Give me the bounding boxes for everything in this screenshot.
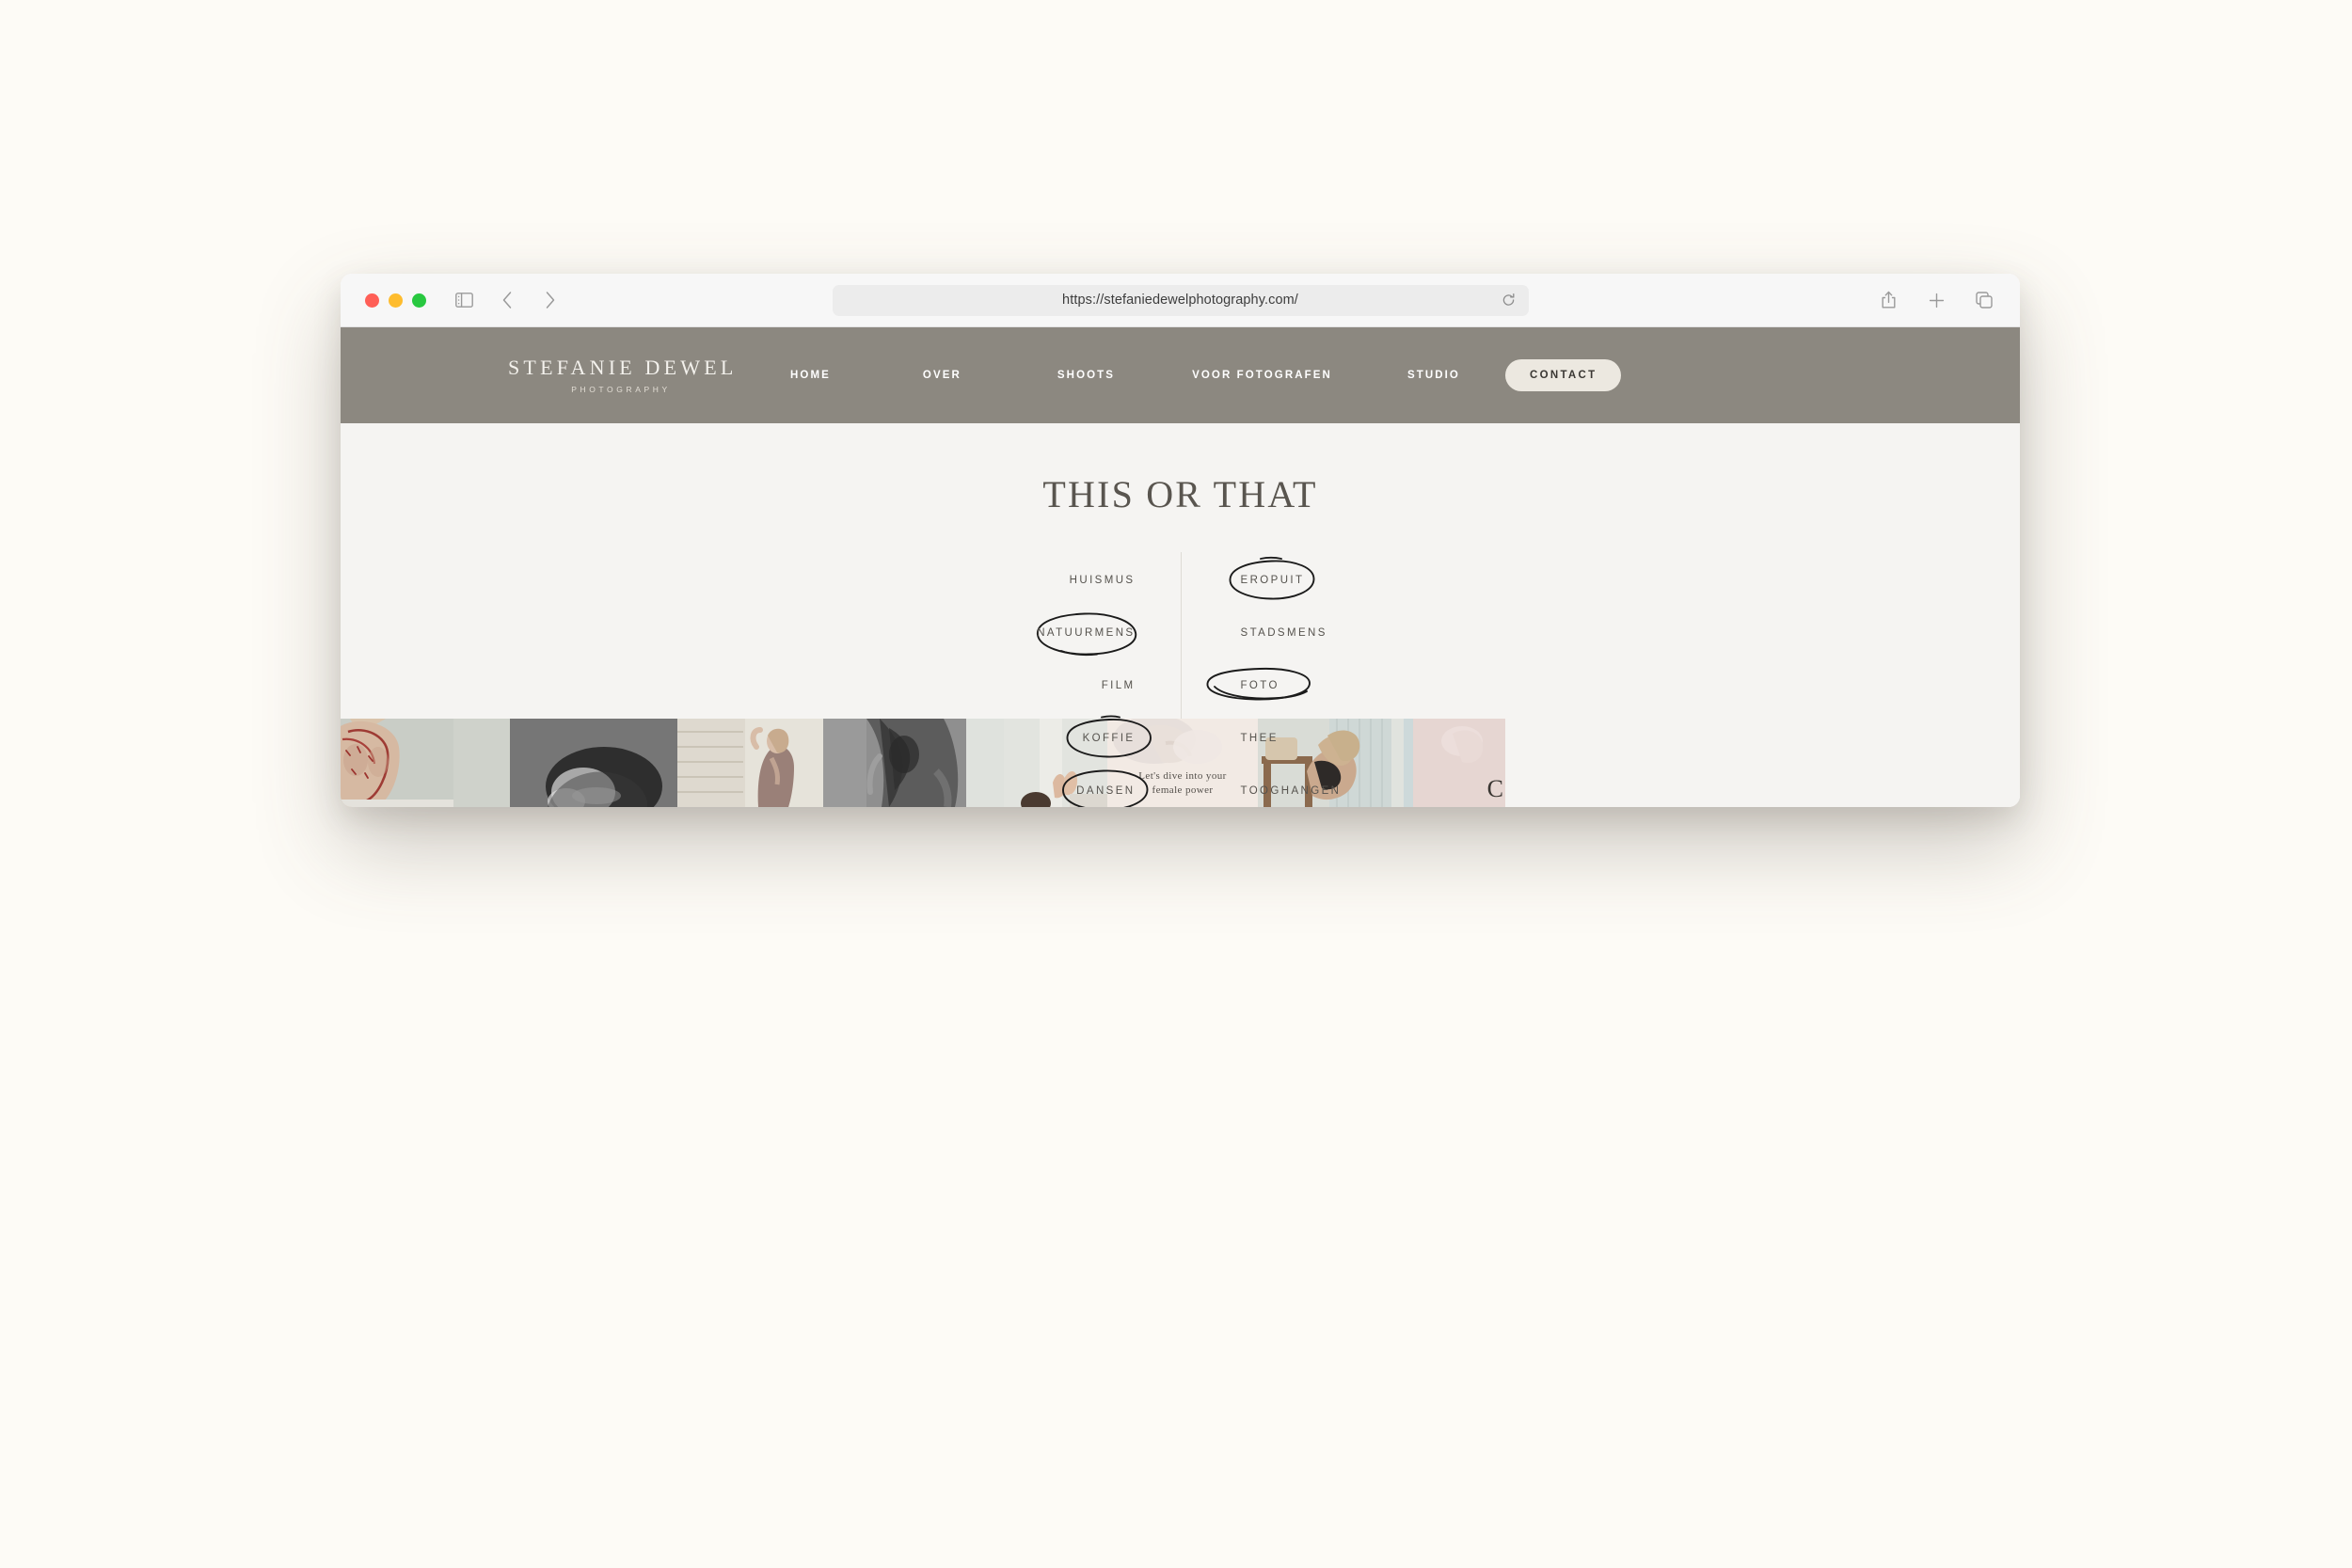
zoom-window-button[interactable] (412, 293, 426, 308)
quiz-option-label: FILM (1101, 680, 1136, 691)
gallery-photo[interactable] (677, 719, 823, 807)
partial-letter-glyph: C (1486, 775, 1503, 802)
photo-caption-line-2: female power (1152, 784, 1214, 797)
quiz-option-dansen[interactable]: DANSEN (1062, 769, 1149, 807)
photo-gallery-strip: Let's dive into your female power C (341, 719, 2020, 807)
browser-toolbar: https://stefaniedewelphotography.com/ (341, 274, 2020, 327)
photo-caption-line-1: Let's dive into your (1138, 770, 1227, 783)
logo-subtitle: PHOTOGRAPHY (571, 384, 671, 394)
browser-window: https://stefaniedewelphotography.com/ ST… (341, 274, 2020, 807)
quiz-option-label: THEE (1240, 733, 1279, 744)
toolbar-right-actions (1877, 289, 1995, 311)
quiz-option-huismus[interactable]: HUISMUS (1068, 571, 1137, 590)
sidebar-icon[interactable] (453, 289, 475, 311)
nav-item-studio[interactable]: STUDIO (1407, 370, 1460, 381)
nav-item-home[interactable]: HOME (790, 370, 831, 381)
quiz-option-eropuit[interactable]: EROPUIT (1230, 556, 1315, 600)
quiz-option-label: DANSEN (1076, 785, 1136, 797)
quiz-option-thee[interactable]: THEE (1239, 729, 1280, 748)
forward-icon[interactable] (539, 289, 562, 311)
photo-caption: Let's dive into your female power (1138, 769, 1226, 798)
close-window-button[interactable] (365, 293, 379, 308)
window-controls (365, 293, 426, 308)
new-tab-icon[interactable] (1925, 289, 1947, 311)
quiz-option-koffie[interactable]: KOFFIE (1066, 715, 1152, 758)
tab-overview-icon[interactable] (1973, 289, 1995, 311)
quiz-option-label: STADSMENS (1240, 627, 1327, 639)
quiz-option-label: NATUURMENS (1037, 627, 1136, 639)
site-logo[interactable]: STEFANIE DEWEL PHOTOGRAPHY (508, 356, 738, 394)
gallery-photo[interactable] (341, 719, 510, 807)
quiz-option-film[interactable]: FILM (1100, 676, 1137, 695)
nav-item-over[interactable]: OVER (923, 370, 961, 381)
quiz-option-label: HUISMUS (1069, 575, 1136, 586)
share-icon[interactable] (1877, 289, 1899, 311)
navigation-controls (453, 289, 562, 311)
minimize-window-button[interactable] (389, 293, 403, 308)
gallery-photo[interactable] (510, 719, 677, 807)
quiz-option-label: EROPUIT (1240, 575, 1305, 586)
quiz-option-tooghangen[interactable]: TOOGHANGEN (1239, 782, 1343, 800)
back-icon[interactable] (496, 289, 518, 311)
quiz-option-label: KOFFIE (1082, 733, 1136, 744)
url-text: https://stefaniedewelphotography.com/ (1062, 293, 1298, 308)
nav-links: HOME OVER SHOOTS VOOR FOTOGRAFEN STUDIO … (781, 359, 1622, 391)
nav-item-shoots[interactable]: SHOOTS (1057, 370, 1115, 381)
reload-icon[interactable] (1502, 293, 1516, 308)
website-viewport: STEFANIE DEWEL PHOTOGRAPHY HOME OVER SHO… (341, 327, 2020, 807)
quiz-option-natuurmens[interactable]: NATUURMENS (1035, 612, 1137, 657)
quiz-option-label: FOTO (1240, 680, 1279, 691)
gallery-photo[interactable] (823, 719, 966, 807)
quiz-option-stadsmens[interactable]: STADSMENS (1239, 624, 1329, 642)
page-title: THIS OR THAT (1042, 473, 1318, 515)
gallery-photo-partial[interactable]: C (1404, 719, 1505, 807)
quiz-option-label: TOOGHANGEN (1240, 785, 1342, 797)
contact-button[interactable]: CONTACT (1504, 359, 1622, 391)
address-bar[interactable]: https://stefaniedewelphotography.com/ (832, 284, 1529, 316)
quiz-option-foto[interactable]: FOTO (1206, 667, 1311, 701)
nav-item-voor-fotografen[interactable]: VOOR FOTOGRAFEN (1192, 370, 1332, 381)
logo-name: STEFANIE DEWEL (508, 356, 738, 380)
site-navigation-bar: STEFANIE DEWEL PHOTOGRAPHY HOME OVER SHO… (341, 327, 2020, 423)
address-bar-container: https://stefaniedewelphotography.com/ (832, 284, 1529, 316)
